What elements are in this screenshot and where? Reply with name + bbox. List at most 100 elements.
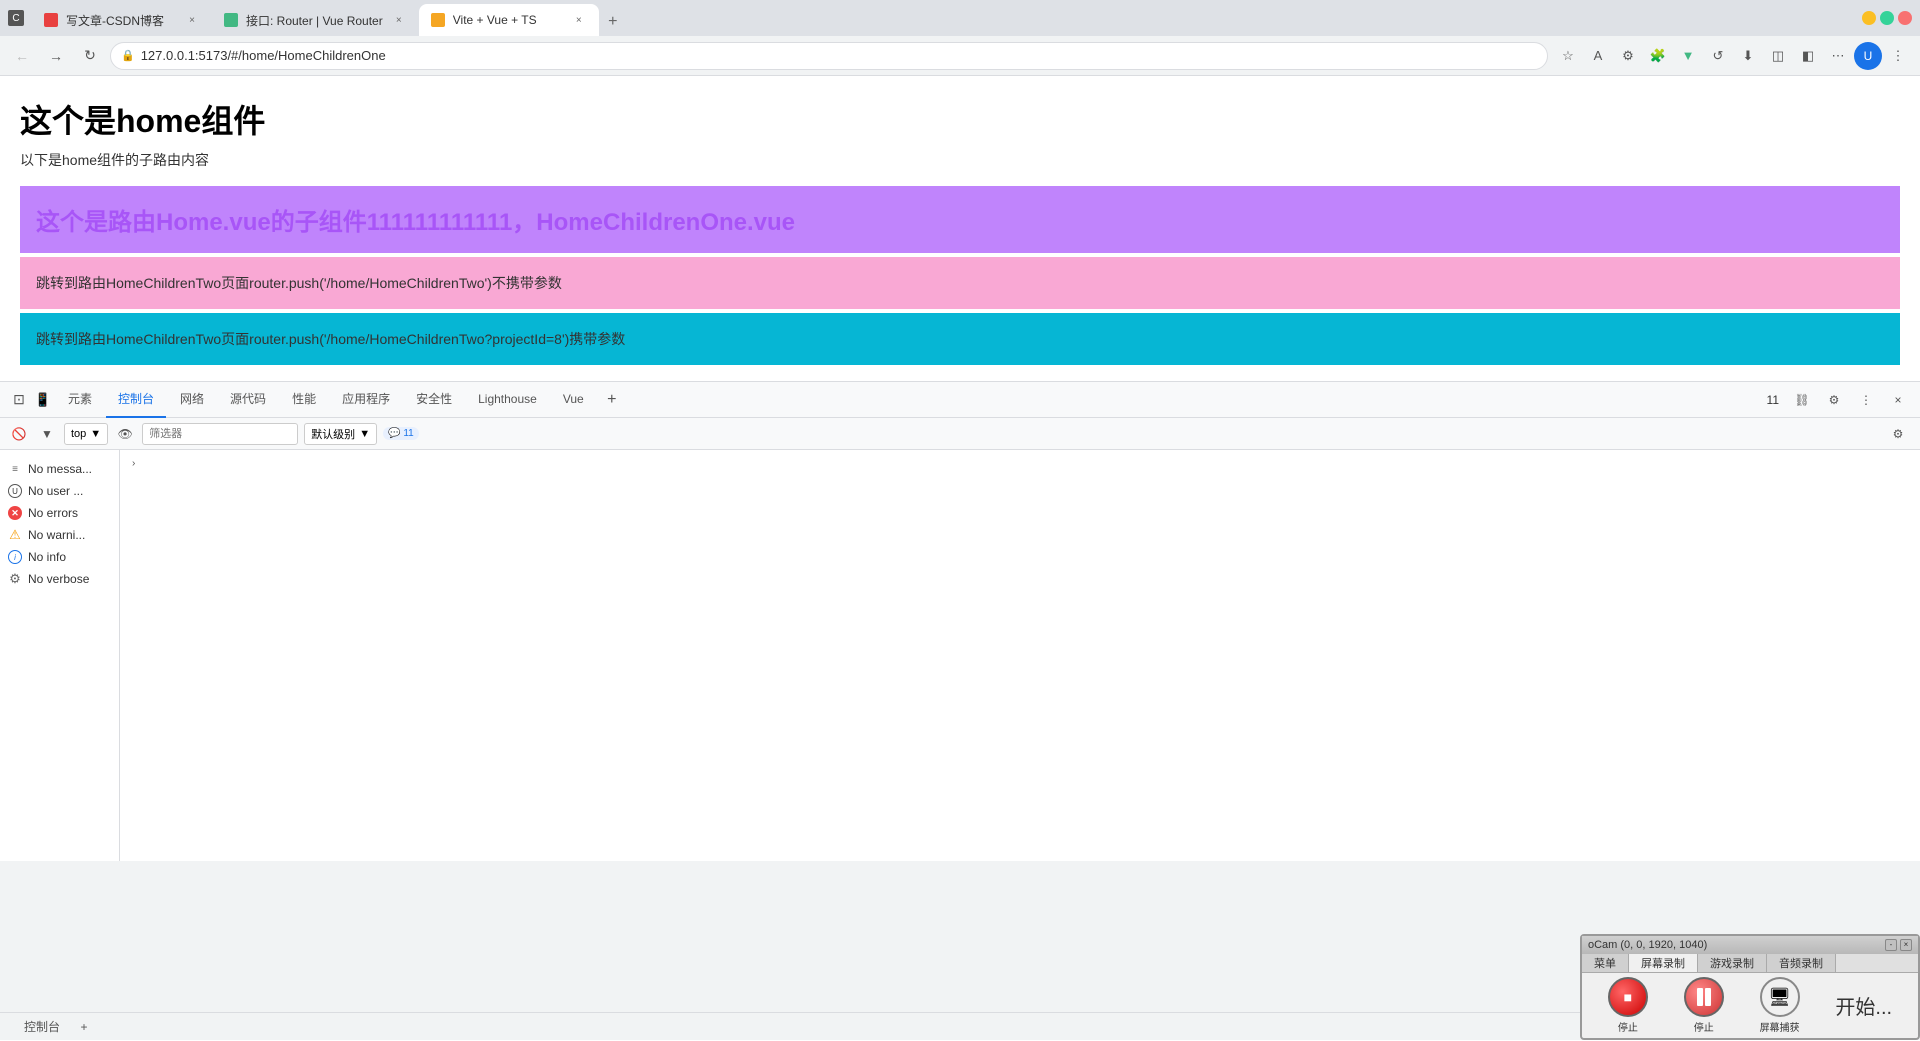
settings-gear-right[interactable]: ⚙ bbox=[1884, 420, 1912, 448]
bottom-add-button[interactable]: + bbox=[72, 1015, 96, 1039]
forward-button[interactable]: → bbox=[42, 42, 70, 70]
new-tab-button[interactable]: + bbox=[599, 8, 627, 36]
link-box-cyan[interactable]: 跳转到路由HomeChildrenTwo页面router.push('/home… bbox=[20, 313, 1900, 365]
refresh-button[interactable]: ↻ bbox=[76, 42, 104, 70]
link-pink-text: 跳转到路由HomeChildrenTwo页面router.push('/home… bbox=[36, 275, 562, 291]
sidebar-item-user[interactable]: U No user ... bbox=[0, 480, 119, 502]
eye-toggle-button[interactable]: 👁 bbox=[114, 423, 136, 445]
back-button[interactable]: ← bbox=[8, 42, 36, 70]
tab-close-csdn[interactable]: × bbox=[184, 12, 200, 28]
ocam-stop-button[interactable]: ■ 停止 bbox=[1608, 977, 1648, 1034]
nav-right-icons: ☆ A ⚙ 🧩 ▼ ↺ ⬇ ◫ ◧ ⋯ U ⋮ bbox=[1554, 42, 1912, 70]
toolbar-badge: 💬 11 bbox=[383, 427, 419, 440]
tab-vite[interactable]: Vite + Vue + TS × bbox=[419, 4, 599, 36]
clear-console-button[interactable]: 🚫 bbox=[8, 423, 30, 445]
user-label: No user ... bbox=[28, 484, 83, 498]
level-selector[interactable]: top ▼ bbox=[64, 423, 108, 445]
sidebar-item-verbose[interactable]: ⚙ No verbose bbox=[0, 568, 119, 590]
minimize-button[interactable] bbox=[1862, 11, 1876, 25]
pause-bar-right bbox=[1705, 988, 1711, 1006]
devtools-link-icon[interactable]: ⛓ bbox=[1788, 386, 1816, 414]
ocam-pause-button[interactable]: 停止 bbox=[1684, 977, 1724, 1034]
ocam-tab-menu[interactable]: 菜单 bbox=[1582, 954, 1629, 972]
console-expand-row: › bbox=[124, 454, 1916, 473]
default-levels-selector[interactable]: 默认级别 ▼ bbox=[304, 423, 377, 445]
verbose-icon: ⚙ bbox=[8, 572, 22, 586]
tab-performance[interactable]: 性能 bbox=[280, 382, 328, 418]
address-bar[interactable]: 🔒 127.0.0.1:5173/#/home/HomeChildrenOne bbox=[110, 42, 1548, 70]
sidebar-item-warnings[interactable]: ⚠ No warni... bbox=[0, 524, 119, 546]
maximize-button[interactable] bbox=[1880, 11, 1894, 25]
bookmarks-icon[interactable]: ☆ bbox=[1554, 42, 1582, 70]
tab-network[interactable]: 网络 bbox=[168, 382, 216, 418]
page-title: 这个是home组件 bbox=[20, 96, 1900, 142]
ocam-minimize-button[interactable]: - bbox=[1885, 939, 1897, 951]
tab-application[interactable]: 应用程序 bbox=[330, 382, 402, 418]
link-box-pink[interactable]: 跳转到路由HomeChildrenTwo页面router.push('/home… bbox=[20, 257, 1900, 309]
sidebar-item-info[interactable]: i No info bbox=[0, 546, 119, 568]
tab-title-vue-router: 接口: Router | Vue Router bbox=[246, 12, 383, 29]
default-levels-label: 默认级别 bbox=[311, 426, 355, 442]
verbose-label: No verbose bbox=[28, 572, 89, 586]
console-sidebar: ≡ No messa... U No user ... ✕ No errors bbox=[0, 450, 120, 861]
bottom-console-tab[interactable]: 控制台 bbox=[12, 1013, 72, 1041]
tab-close-vite[interactable]: × bbox=[571, 12, 587, 28]
tab-security[interactable]: 安全性 bbox=[404, 382, 464, 418]
profile-button[interactable]: U bbox=[1854, 42, 1882, 70]
devtools-close-button[interactable]: × bbox=[1884, 386, 1912, 414]
expand-arrow-icon[interactable]: › bbox=[132, 458, 135, 469]
level-dropdown-icon: ▼ bbox=[90, 428, 101, 440]
tab-vue-router[interactable]: 接口: Router | Vue Router × bbox=[212, 4, 419, 36]
devtools-add-tab[interactable]: + bbox=[598, 386, 626, 414]
ocam-pause-icon bbox=[1684, 977, 1724, 1017]
translate-icon[interactable]: A bbox=[1584, 42, 1612, 70]
ocam-tab-audio-record[interactable]: 音频录制 bbox=[1767, 954, 1836, 972]
messages-icon: ≡ bbox=[8, 462, 22, 476]
devtools-device-button[interactable]: 📱 bbox=[32, 389, 54, 411]
tab-elements[interactable]: 元素 bbox=[56, 382, 104, 418]
ocam-screenshot-button[interactable]: 🖥 屏幕捕获 bbox=[1760, 977, 1800, 1034]
devtools-inspect-button[interactable]: ⊡ bbox=[8, 389, 30, 411]
tab-vue[interactable]: Vue bbox=[551, 382, 596, 418]
info-icon: i bbox=[8, 550, 22, 564]
errors-label: No errors bbox=[28, 506, 78, 520]
sidebar-icon[interactable]: ◧ bbox=[1794, 42, 1822, 70]
sidebar-item-messages[interactable]: ≡ No messa... bbox=[0, 458, 119, 480]
menu-button[interactable]: ⋮ bbox=[1884, 42, 1912, 70]
sync-icon[interactable]: ↺ bbox=[1704, 42, 1732, 70]
tab-close-vue-router[interactable]: × bbox=[391, 12, 407, 28]
console-main: › bbox=[120, 450, 1920, 861]
vue-devtools-icon[interactable]: ▼ bbox=[1674, 42, 1702, 70]
error-icon: ✕ bbox=[8, 506, 22, 520]
ocam-titlebar: oCam (0, 0, 1920, 1040) - × bbox=[1582, 936, 1918, 954]
more-tools-icon[interactable]: ⋯ bbox=[1824, 42, 1852, 70]
devtools-more-icon[interactable]: ⋮ bbox=[1852, 386, 1880, 414]
collections-icon[interactable]: ◫ bbox=[1764, 42, 1792, 70]
close-window-button[interactable] bbox=[1898, 11, 1912, 25]
devtools-right-icons: 11 ⛓ ⚙ ⋮ × bbox=[1762, 386, 1912, 414]
ocam-close-button[interactable]: × bbox=[1900, 939, 1912, 951]
tab-lighthouse[interactable]: Lighthouse bbox=[466, 382, 549, 418]
save-icon[interactable]: ⬇ bbox=[1734, 42, 1762, 70]
warnings-label: No warni... bbox=[28, 528, 85, 542]
tab-sources[interactable]: 源代码 bbox=[218, 382, 278, 418]
ocam-tab-game-record[interactable]: 游戏录制 bbox=[1698, 954, 1767, 972]
filter-toggle-button[interactable]: ▼ bbox=[36, 423, 58, 445]
tab-title-vite: Vite + Vue + TS bbox=[453, 13, 563, 27]
filter-input[interactable] bbox=[142, 423, 298, 445]
default-levels-dropdown-icon: ▼ bbox=[359, 428, 370, 440]
ocam-tab-screen-record[interactable]: 屏幕录制 bbox=[1629, 954, 1698, 972]
settings-icon[interactable]: ⚙ bbox=[1614, 42, 1642, 70]
devtools-body: ≡ No messa... U No user ... ✕ No errors bbox=[0, 450, 1920, 861]
link-cyan-text: 跳转到路由HomeChildrenTwo页面router.push('/home… bbox=[36, 331, 625, 347]
ocam-window: oCam (0, 0, 1920, 1040) - × 菜单 屏幕录制 游戏录制… bbox=[1580, 934, 1920, 1040]
console-toolbar: 🚫 ▼ top ▼ 👁 默认级别 ▼ 💬 11 ⚙ bbox=[0, 418, 1920, 450]
sidebar-item-errors[interactable]: ✕ No errors bbox=[0, 502, 119, 524]
console-badge: 11 bbox=[1762, 392, 1784, 408]
tab-console[interactable]: 控制台 bbox=[106, 382, 166, 418]
tab-csdn[interactable]: 写文章-CSDN博客 × bbox=[32, 4, 212, 36]
app-icon: C bbox=[8, 10, 24, 26]
info-label: No info bbox=[28, 550, 66, 564]
devtools-settings-icon[interactable]: ⚙ bbox=[1820, 386, 1848, 414]
extensions-icon[interactable]: 🧩 bbox=[1644, 42, 1672, 70]
